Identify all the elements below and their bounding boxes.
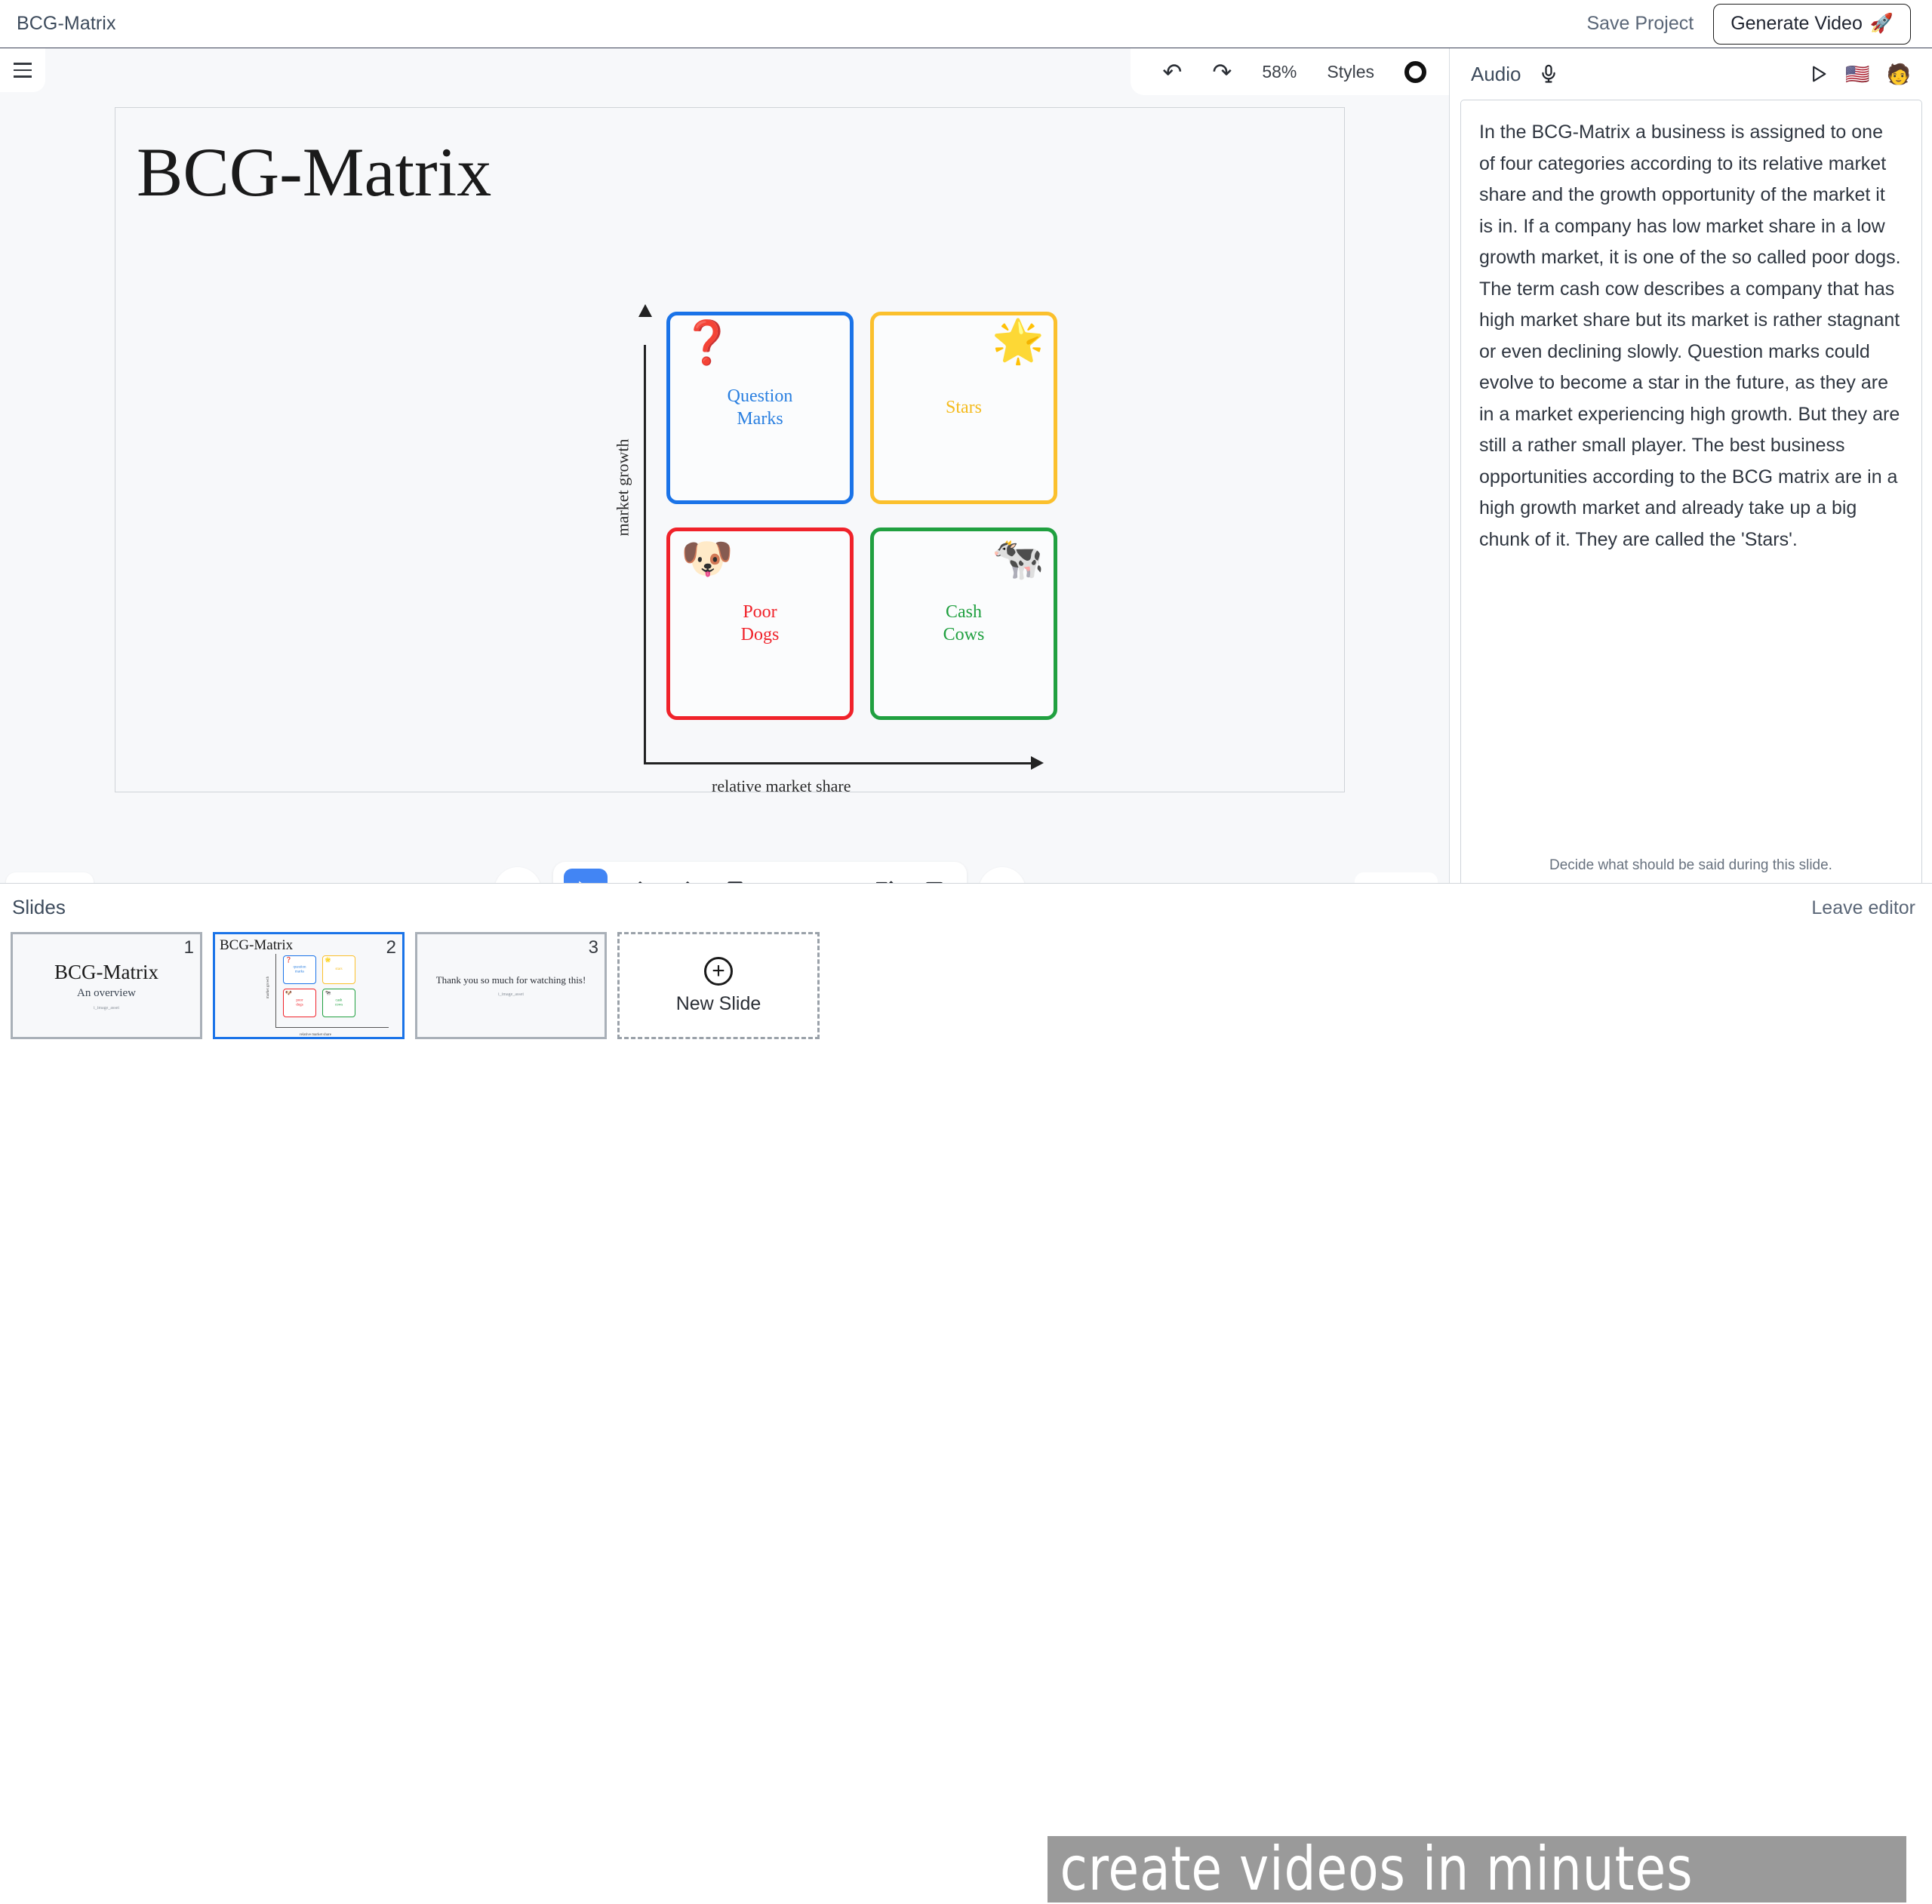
quadrant-label: Poor Dogs: [740, 602, 780, 644]
mini-x-axis: [275, 1026, 389, 1028]
slide-thumbnail-2[interactable]: BCG-Matrix 2 ❓ question marks 🌟 stars 🐶 …: [213, 932, 405, 1039]
script-editor[interactable]: In the BCG-Matrix a business is assigned…: [1460, 100, 1922, 898]
mini-quadrant-cash-cows: 🐄 cash cows: [322, 989, 355, 1017]
x-axis-line: [644, 761, 1036, 764]
quadrant-label: Stars: [946, 397, 982, 417]
project-title[interactable]: BCG-Matrix: [17, 13, 116, 35]
mini-quadrant-poor-dogs: 🐶 poor dogs: [283, 989, 316, 1017]
generate-video-button[interactable]: Generate Video 🚀: [1713, 3, 1911, 45]
redo-icon[interactable]: ↷: [1212, 60, 1232, 84]
undo-icon[interactable]: ↶: [1162, 60, 1182, 84]
voice-avatar-icon[interactable]: 🧑: [1887, 64, 1911, 84]
mini-cow-icon: 🐄: [325, 991, 331, 996]
leave-editor-button[interactable]: Leave editor: [1811, 897, 1915, 919]
slide-preview-title: BCG-Matrix: [54, 961, 158, 983]
slide-canvas[interactable]: BCG-Matrix market growth relative market…: [115, 107, 1345, 795]
quadrant-stars[interactable]: 🌟 Stars: [870, 312, 1057, 504]
mini-quadrant-label: cash cows: [334, 998, 343, 1007]
mini-quadrant-question-marks: ❓ question marks: [283, 955, 316, 984]
y-axis-line: [644, 345, 647, 764]
hamburger-bar: [14, 69, 32, 72]
slide-preview-title: BCG-Matrix: [220, 937, 294, 953]
mini-quadrant-label: question marks: [293, 965, 306, 974]
hamburger-bar: [14, 63, 32, 65]
audio-panel-header: Audio 🇺🇸 🧑: [1450, 48, 1932, 100]
promo-banner: create videos in minutes: [1048, 1836, 1906, 1902]
top-bar: BCG-Matrix Save Project Generate Video 🚀: [0, 0, 1932, 48]
mini-quadrant-label: poor dogs: [296, 998, 303, 1007]
mini-y-axis: [275, 954, 277, 1028]
styles-ring-icon[interactable]: [1404, 60, 1426, 83]
audio-title: Audio: [1471, 62, 1521, 85]
hamburger-bar: [14, 75, 32, 78]
quadrant-cash-cows[interactable]: 🐄 Cash Cows: [870, 528, 1057, 720]
editor-area: ↶ ↷ 58% Styles BCG-Matrix market growth …: [0, 48, 1449, 921]
mini-star-icon: 🌟: [325, 958, 331, 963]
slide-preview-content: Thank you so much for watching this! i_i…: [417, 934, 605, 1037]
mini-y-axis-label: market growth: [266, 976, 271, 999]
quadrant-question-marks[interactable]: ❓ Question Marks: [666, 312, 854, 504]
mini-x-axis-label: relative market share: [300, 1033, 331, 1037]
quadrant-label: Question Marks: [727, 386, 793, 429]
slide-thumbnail-1[interactable]: 1 BCG-Matrix An overview i_image_asset: [11, 932, 202, 1039]
new-slide-label: New Slide: [675, 992, 761, 1014]
audio-header-actions: 🇺🇸 🧑: [1807, 63, 1911, 85]
dog-icon: 🐶: [681, 534, 734, 582]
slide-preview-asset-label: i_image_asset: [498, 992, 524, 997]
slides-strip: 1 BCG-Matrix An overview i_image_asset B…: [11, 932, 820, 1039]
styles-button[interactable]: Styles: [1327, 62, 1374, 82]
new-slide-button[interactable]: + New Slide: [617, 932, 820, 1039]
x-axis-arrowhead-icon: [1031, 756, 1044, 770]
plus-icon: +: [704, 956, 733, 986]
mini-quadrant-stars: 🌟 stars: [322, 955, 355, 984]
play-icon[interactable]: [1807, 63, 1829, 85]
question-mark-icon: ❓: [681, 318, 734, 366]
slides-panel: Slides Leave editor 1 BCG-Matrix An over…: [0, 883, 1932, 1902]
audio-panel: Audio 🇺🇸 🧑 In the BCG-Matrix a business …: [1449, 48, 1932, 898]
mini-question-icon: ❓: [285, 958, 292, 963]
bcg-matrix-diagram: market growth relative market share ❓ Qu…: [613, 304, 1074, 795]
slide-thumbnail-3[interactable]: 3 Thank you so much for watching this! i…: [415, 932, 607, 1039]
zoom-level[interactable]: 58%: [1262, 62, 1297, 82]
y-axis-label: market growth: [613, 438, 632, 537]
cow-icon: 🐄: [992, 534, 1044, 582]
slide-heading[interactable]: BCG-Matrix: [137, 132, 491, 212]
quadrant-label: Cash Cows: [943, 602, 985, 644]
slide-preview-asset-label: i_image_asset: [94, 1006, 119, 1010]
hamburger-menu-icon[interactable]: [0, 48, 45, 92]
generate-video-label: Generate Video: [1730, 12, 1863, 34]
slides-panel-title: Slides: [12, 896, 66, 918]
promo-text: create videos in minutes: [1060, 1834, 1694, 1904]
mini-quadrant-label: stars: [335, 967, 343, 972]
canvas-toolbar: ↶ ↷ 58% Styles: [1131, 48, 1449, 95]
script-text[interactable]: In the BCG-Matrix a business is assigned…: [1479, 117, 1903, 555]
top-bar-actions: Save Project Generate Video 🚀: [1586, 3, 1911, 45]
slide-preview-matrix: ❓ question marks 🌟 stars 🐶 poor dogs 🐄 c…: [266, 952, 395, 1037]
star-icon: 🌟: [992, 317, 1044, 364]
y-axis-arrowhead-icon: [638, 304, 652, 317]
mini-dog-icon: 🐶: [285, 991, 292, 996]
slide-preview-subtitle: An overview: [77, 987, 136, 999]
rocket-icon: 🚀: [1869, 12, 1894, 34]
script-hint: Decide what should be said during this s…: [1549, 857, 1832, 873]
save-project-button[interactable]: Save Project: [1586, 13, 1694, 35]
language-flag-icon[interactable]: 🇺🇸: [1845, 64, 1869, 84]
microphone-icon[interactable]: [1538, 63, 1559, 85]
slide-preview-content: BCG-Matrix An overview i_image_asset: [13, 934, 200, 1037]
x-axis-label: relative market share: [712, 777, 851, 795]
slide-preview-text: Thank you so much for watching this!: [435, 974, 586, 986]
quadrant-poor-dogs[interactable]: 🐶 Poor Dogs: [666, 528, 854, 720]
